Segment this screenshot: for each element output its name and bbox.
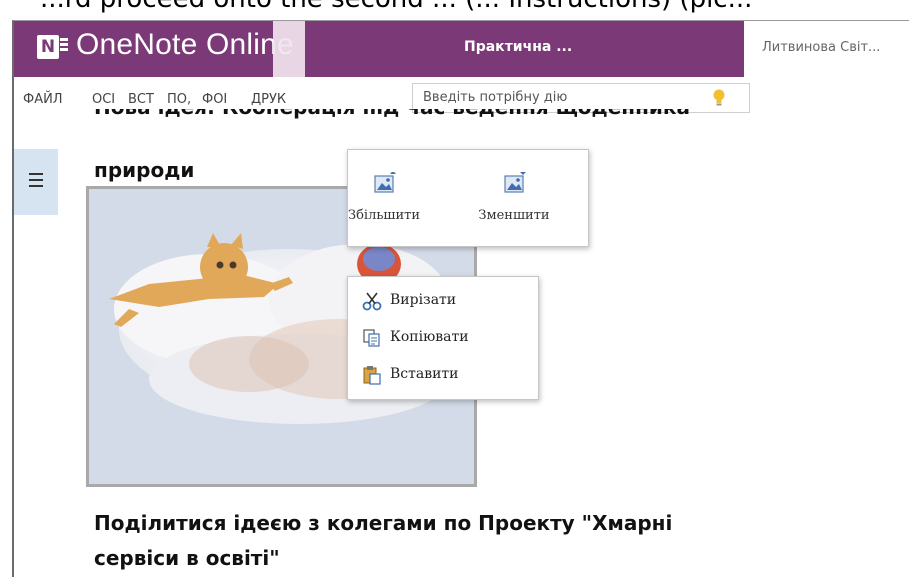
- shrink-button[interactable]: Зменшити: [478, 150, 550, 238]
- onenote-window: N OneNote Online Практична ... Литвинова…: [12, 20, 909, 577]
- tab-insert[interactable]: ВСТ: [128, 92, 154, 107]
- user-account-area[interactable]: Литвинова Світ...: [744, 21, 909, 77]
- tab-format[interactable]: ФОІ: [202, 92, 227, 107]
- cut-label: Вирізати: [390, 292, 457, 308]
- navigation-toggle-button[interactable]: [14, 149, 58, 215]
- page-title-line2[interactable]: природи: [94, 158, 194, 182]
- paragraph-line1[interactable]: Поділитися ідеєю з колегами по Проекту "…: [94, 511, 672, 535]
- paste-label: Вставити: [390, 366, 459, 382]
- tab-view[interactable]: ПО,: [167, 92, 191, 107]
- enlarge-button[interactable]: Збільшити: [348, 150, 420, 238]
- page-title-line1[interactable]: Нова ідея: Кооперація під час ведення що…: [94, 109, 690, 123]
- app-title[interactable]: OneNote Online: [76, 28, 294, 62]
- title-bar: N OneNote Online Практична ... Литвинова…: [14, 21, 909, 78]
- context-menu-paste[interactable]: Вставити: [348, 357, 538, 393]
- hamburger-icon: [29, 173, 43, 191]
- paste-icon: [363, 366, 381, 385]
- shrink-picture-icon: [504, 172, 526, 193]
- tab-print[interactable]: ДРУК: [251, 92, 286, 107]
- picture-resize-menu: Збільшити Зменшити: [347, 149, 589, 247]
- title-highlight-overlay: [273, 21, 305, 78]
- enlarge-label: Збільшити: [348, 208, 421, 223]
- copy-icon: [363, 329, 380, 347]
- context-menu-copy[interactable]: Копіювати: [348, 320, 538, 356]
- lightbulb-icon: [713, 89, 725, 106]
- notebook-logo-lines: [60, 38, 68, 56]
- tab-home[interactable]: ОСІ: [92, 92, 115, 107]
- cut-caption: ...rd proceed onto the second ... (... I…: [40, 0, 909, 18]
- context-menu: Вирізати Копіювати Вставити: [347, 276, 539, 400]
- notebook-name[interactable]: Практична ...: [464, 39, 572, 55]
- paragraph-line2[interactable]: сервіси в освіті": [94, 546, 280, 570]
- context-menu-cut[interactable]: Вирізати: [348, 283, 538, 319]
- tab-file[interactable]: ФАЙЛ: [23, 92, 63, 107]
- user-name[interactable]: Литвинова Світ...: [762, 40, 880, 55]
- enlarge-picture-icon: [374, 172, 396, 193]
- tell-me-placeholder: Введіть потрібну дію: [423, 90, 568, 105]
- scissors-icon: [362, 292, 382, 311]
- notebook-logo-icon[interactable]: N: [37, 35, 59, 59]
- copy-label: Копіювати: [390, 329, 469, 345]
- shrink-label: Зменшити: [478, 208, 550, 223]
